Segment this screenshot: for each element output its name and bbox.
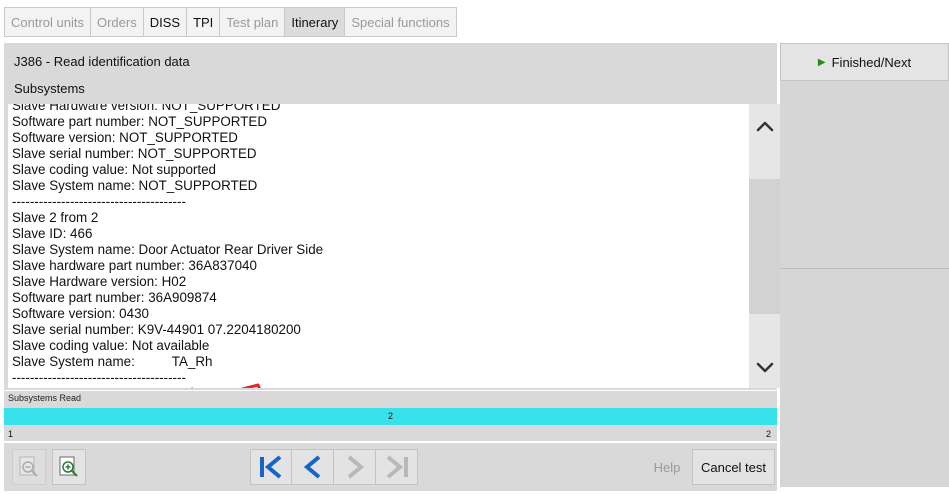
progress-value: 2 (387, 411, 393, 421)
annotation-arrow-icon (190, 383, 261, 388)
identification-line: Slave Hardware version: NOT_SUPPORTED (12, 104, 281, 113)
next-page-button[interactable] (334, 449, 376, 485)
identification-line: Software part number: 36A909874 (12, 290, 217, 305)
progress-label: Subsystems Read (8, 393, 82, 403)
finished-next-label: Finished/Next (831, 54, 912, 70)
tab-special-functions[interactable]: Special functions (345, 7, 457, 37)
main-panel: J386 - Read identification data Subsyste… (4, 43, 780, 390)
identification-line: Software version: 0430 (12, 306, 149, 321)
identification-line: Software version: NOT_SUPPORTED (12, 130, 238, 145)
zoom-in-icon (59, 456, 78, 477)
tab-tpi[interactable]: TPI (187, 7, 221, 37)
bottom-toolbar: Help Cancel test (4, 443, 777, 491)
scroll-up-button[interactable] (749, 109, 780, 143)
identification-line: Slave System name: NOT_SUPPORTED (12, 178, 258, 193)
progress-min-label: 1 (8, 429, 14, 439)
identification-lines: Slave Hardware version: NOT_SUPPORTED Sof… (12, 104, 323, 386)
scroll-down-button[interactable] (749, 351, 780, 385)
zoom-out-icon (19, 456, 38, 477)
identification-line: Slave serial number: NOT_SUPPORTED (12, 146, 257, 161)
section-subtitle: Subsystems (14, 81, 85, 96)
identification-line: Slave ID: 466 (12, 226, 93, 241)
right-panel-divider (780, 268, 949, 269)
skip-first-icon (260, 455, 282, 479)
tab-control-units[interactable]: Control units (4, 7, 91, 37)
scrollbar-thumb[interactable] (749, 179, 780, 314)
tab-bar: Control units Orders DISS TPI Test plan … (0, 0, 949, 42)
cancel-test-button[interactable]: Cancel test (692, 449, 775, 485)
tab-itinerary[interactable]: Itinerary (285, 7, 346, 37)
first-page-button[interactable] (250, 449, 292, 485)
vertical-scrollbar[interactable] (749, 104, 780, 388)
play-icon: ▶ (817, 56, 826, 68)
help-button[interactable]: Help (646, 449, 688, 485)
chevron-down-icon (756, 362, 773, 373)
tabs: Control units Orders DISS TPI Test plan … (4, 7, 457, 37)
previous-page-button[interactable] (292, 449, 334, 485)
navigation-group (250, 449, 418, 485)
progress-bar: 2 (4, 408, 777, 425)
skip-last-icon (386, 455, 408, 479)
zoom-out-button[interactable] (12, 449, 46, 485)
progress-max-label: 2 (765, 429, 771, 439)
identification-line: Slave hardware part number: 36A837040 (12, 258, 257, 273)
tab-diss[interactable]: DISS (143, 7, 188, 37)
identification-line: Software part number: NOT_SUPPORTED (12, 114, 268, 129)
tab-test-plan[interactable]: Test plan (220, 7, 286, 37)
zoom-in-button[interactable] (52, 449, 86, 485)
last-page-button[interactable] (376, 449, 418, 485)
identification-line: Slave serial number: K9V-44901 07.220418… (12, 322, 301, 337)
chevron-up-icon (756, 121, 773, 132)
progress-section: Subsystems Read 2 1 2 (4, 391, 777, 441)
right-panel: ▶ Finished/Next (780, 43, 949, 487)
identification-line: Slave coding value: Not available (12, 338, 210, 353)
finished-next-button[interactable]: ▶ Finished/Next (780, 43, 949, 81)
identification-text-area[interactable]: Slave Hardware version: NOT_SUPPORTED Sof… (8, 104, 749, 388)
chevron-right-icon (347, 455, 364, 479)
identification-line: Slave System name: TA_Rh (12, 354, 213, 369)
identification-line: --------------------------------------- (12, 194, 186, 209)
identification-line: Slave coding value: Not supported (12, 162, 216, 177)
tab-orders[interactable]: Orders (90, 7, 144, 37)
identification-line: Slave Hardware version: H02 (12, 274, 187, 289)
identification-line: Slave System name: Door Actuator Rear Dr… (12, 242, 324, 257)
identification-line: Slave 2 from 2 (12, 210, 99, 225)
page-title: J386 - Read identification data (14, 54, 190, 69)
chevron-left-icon (303, 455, 320, 479)
